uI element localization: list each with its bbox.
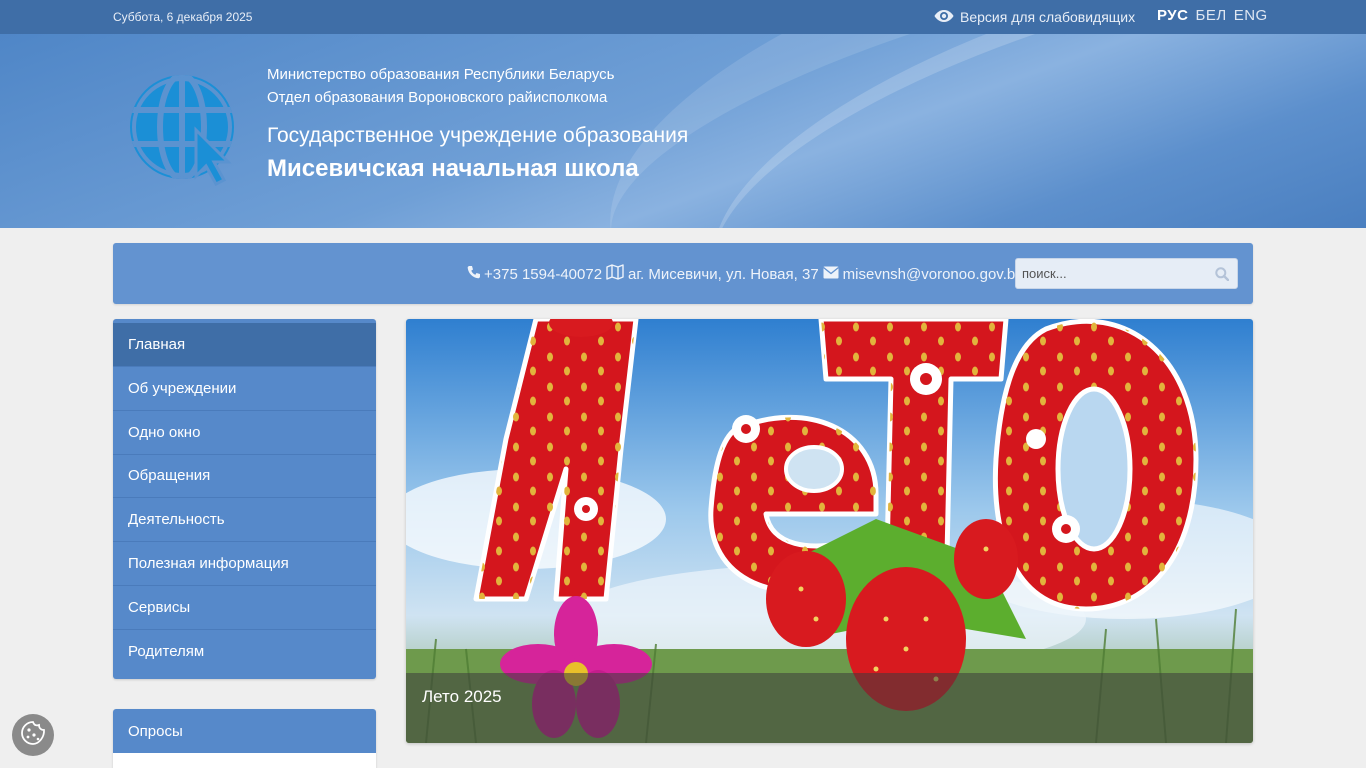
menu-item-appeals[interactable]: Обращения — [113, 455, 376, 499]
phone-text[interactable]: +375 1594-40072 — [484, 266, 602, 283]
email-contact: misevnsh@voronoo.gov.by — [822, 266, 1023, 283]
banner-caption: Лето 2025 — [406, 673, 1253, 743]
menu-item-activity[interactable]: Деятельность — [113, 498, 376, 543]
main-menu: Главная Об учреждении Одно окно Обращени… — [113, 319, 376, 679]
top-bar: Суббота, 6 декабря 2025 Версия для слабо… — [0, 0, 1366, 34]
globe-cursor-logo[interactable] — [128, 72, 240, 186]
contacts: +375 1594-40072 аг. Мисевичи, ул. Новая,… — [467, 264, 1027, 284]
lang-ru[interactable]: РУС — [1157, 7, 1188, 24]
address-text: аг. Мисевичи, ул. Новая, 37 — [628, 265, 819, 283]
menu-item-home[interactable]: Главная — [113, 323, 376, 367]
banner-caption-text[interactable]: Лето 2025 — [422, 687, 502, 707]
low-vision-version-link[interactable]: Версия для слабовидящих — [934, 8, 1135, 26]
cookie-settings-button[interactable] — [12, 714, 54, 756]
menu-item-services[interactable]: Сервисы — [113, 586, 376, 630]
cookie-icon — [20, 720, 46, 751]
email-text[interactable]: misevnsh@voronoo.gov.by — [843, 266, 1023, 283]
search-box — [1015, 258, 1238, 289]
phone-contact: +375 1594-40072 — [467, 265, 602, 283]
polls-title: Опросы — [113, 709, 376, 753]
current-date: Суббота, 6 декабря 2025 — [113, 10, 253, 24]
school-name[interactable]: Мисевичская начальная школа — [267, 155, 639, 183]
eye-icon — [934, 9, 954, 26]
lang-be[interactable]: БЕЛ — [1195, 7, 1226, 24]
contact-bar: +375 1594-40072 аг. Мисевичи, ул. Новая,… — [113, 243, 1253, 304]
menu-item-one-window[interactable]: Одно окно — [113, 411, 376, 455]
menu-item-parents[interactable]: Родителям — [113, 630, 376, 674]
institution-type: Государственное учреждение образования — [267, 124, 689, 147]
lang-en[interactable]: ENG — [1234, 7, 1268, 24]
search-icon[interactable] — [1215, 267, 1230, 286]
address-contact: аг. Мисевичи, ул. Новая, 37 — [606, 264, 819, 284]
menu-item-about[interactable]: Об учреждении — [113, 367, 376, 411]
polls-widget: Опросы — [113, 709, 376, 768]
language-switcher: РУС БЕЛ ENG — [1157, 7, 1268, 24]
site-header: Министерство образования Республики Бела… — [0, 34, 1366, 228]
envelope-icon — [822, 266, 843, 283]
department-title: Отдел образования Вороновского райисполк… — [267, 89, 608, 106]
map-icon — [606, 264, 628, 284]
search-input[interactable] — [1016, 259, 1206, 288]
menu-item-useful-info[interactable]: Полезная информация — [113, 542, 376, 586]
phone-icon — [467, 265, 484, 283]
ministry-title: Министерство образования Республики Бела… — [267, 66, 615, 83]
low-vision-label: Версия для слабовидящих — [960, 9, 1136, 25]
banner-slider[interactable]: Лето 2025 — [406, 319, 1253, 743]
